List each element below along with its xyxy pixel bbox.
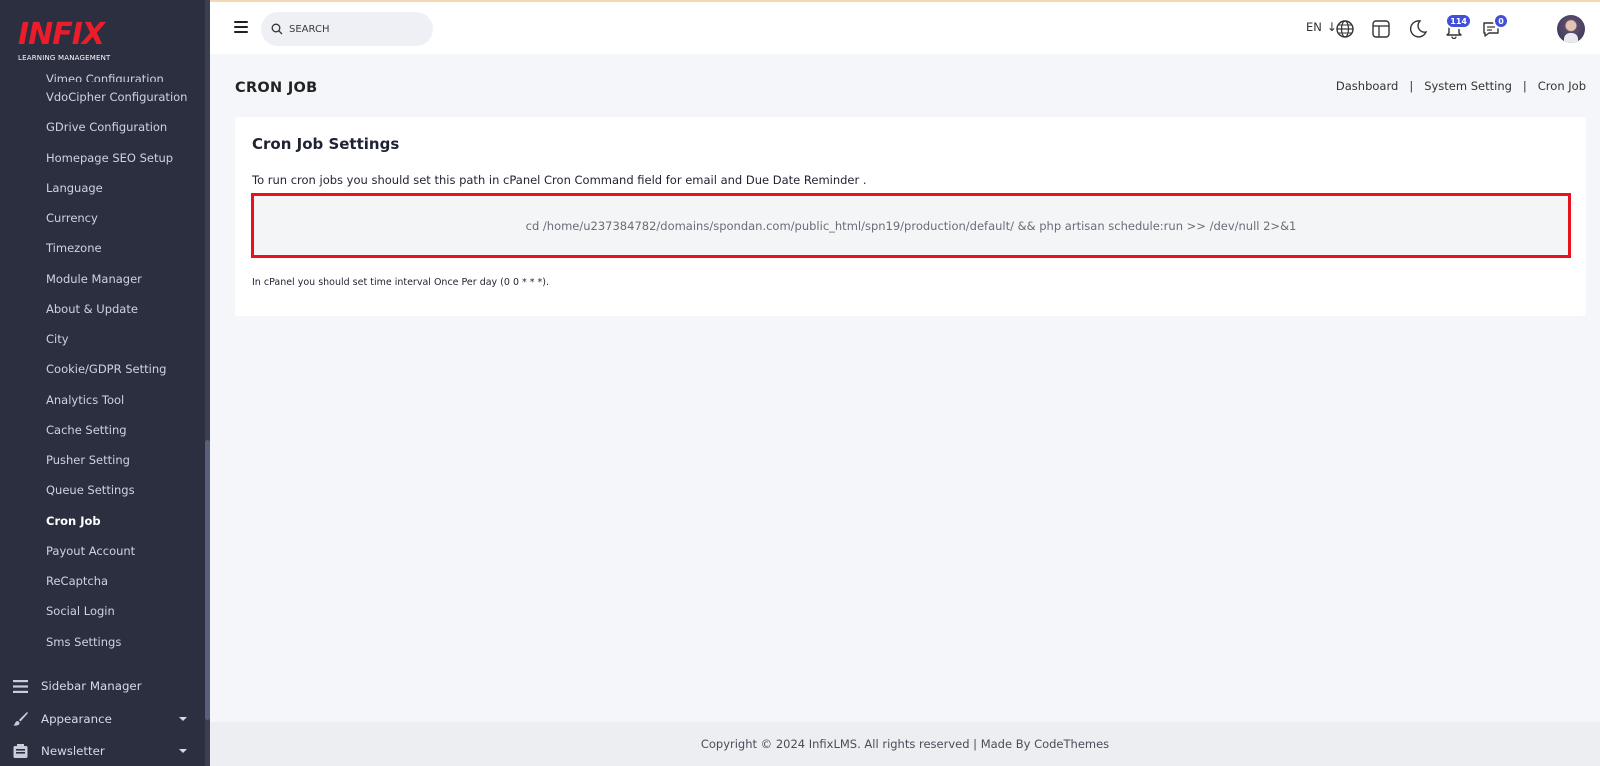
- sidebar-item-label: VdoCipher Configuration: [46, 90, 188, 105]
- sidebar-item-label: Cache Setting: [46, 422, 127, 437]
- sidebar-item-label: Vimeo Configuration: [46, 72, 164, 82]
- sidebar-item-label: Sms Settings: [46, 634, 122, 649]
- sidebar-item-homepage-seo-setup[interactable]: Homepage SEO Setup: [0, 143, 205, 173]
- globe-icon[interactable]: [1335, 19, 1355, 39]
- footer: Copyright © 2024 InfixLMS. All rights re…: [210, 722, 1600, 766]
- sidebar-item-label: Pusher Setting: [46, 453, 130, 468]
- message-count-badge: 0: [1493, 13, 1509, 29]
- sidebar: INFIX LEARNING MANAGEMENT Vimeo Configur…: [0, 0, 210, 766]
- caret-down-icon: [179, 716, 187, 721]
- cron-command-text[interactable]: cd /home/u237384782/domains/spondan.com/…: [526, 219, 1297, 233]
- sidebar-item-label: Appearance: [41, 711, 112, 726]
- cron-job-settings-card: Cron Job Settings To run cron jobs you s…: [235, 117, 1586, 316]
- list-icon: [12, 678, 28, 694]
- sidebar-item-cron-job[interactable]: Cron Job: [0, 506, 205, 536]
- caret-down-icon: [179, 749, 187, 754]
- sidebar-submenu: Vimeo Configuration VdoCipher Configurati…: [0, 66, 205, 657]
- sidebar-item-label: Language: [46, 180, 103, 195]
- user-avatar[interactable]: [1557, 15, 1585, 43]
- brush-icon: [12, 711, 28, 727]
- logo-subtitle: LEARNING MANAGEMENT: [18, 54, 111, 62]
- sidebar-item-label: Cookie/GDPR Setting: [46, 362, 167, 377]
- sidebar-item-about-update[interactable]: About & Update: [0, 294, 205, 324]
- card-title: Cron Job Settings: [252, 135, 400, 153]
- language-selector[interactable]: EN ↓: [1306, 20, 1337, 34]
- sidebar-item-language[interactable]: Language: [0, 173, 205, 203]
- sidebar-item-label: GDrive Configuration: [46, 120, 168, 135]
- search-box[interactable]: [261, 12, 433, 46]
- sidebar-item-label: Payout Account: [46, 543, 136, 558]
- breadcrumb-dashboard[interactable]: Dashboard: [1336, 79, 1398, 93]
- newsletter-icon: [12, 743, 28, 759]
- card-description: To run cron jobs you should set this pat…: [252, 173, 867, 187]
- sidebar-item-label: Timezone: [46, 241, 102, 256]
- sidebar-item-vdocipher-configuration[interactable]: VdoCipher Configuration: [0, 82, 205, 112]
- sidebar-item-label: Sidebar Manager: [41, 679, 142, 694]
- logo-text: INFIX: [18, 17, 105, 52]
- search-icon: [271, 20, 283, 39]
- sidebar-item-sms-settings[interactable]: Sms Settings: [0, 627, 205, 657]
- breadcrumb-system-setting[interactable]: System Setting: [1424, 79, 1512, 93]
- cron-command-box[interactable]: cd /home/u237384782/domains/spondan.com/…: [251, 193, 1571, 258]
- breadcrumb-cron-job[interactable]: Cron Job: [1538, 79, 1586, 93]
- notification-count-badge: 114: [1445, 13, 1472, 29]
- sidebar-item-label: Homepage SEO Setup: [46, 150, 174, 165]
- breadcrumb-separator: |: [1522, 79, 1527, 93]
- sidebar-item-newsletter[interactable]: Newsletter: [0, 735, 205, 766]
- message-icon[interactable]: 0: [1481, 13, 1509, 39]
- breadcrumb: Dashboard | System Setting | Cron Job: [1336, 79, 1586, 93]
- search-input[interactable]: [289, 23, 419, 35]
- sidebar-item-label: ReCaptcha: [46, 574, 109, 589]
- sidebar-item-recaptcha[interactable]: ReCaptcha: [0, 566, 205, 596]
- sidebar-item-label: Cron Job: [46, 513, 101, 528]
- interval-note: In cPanel you should set time interval O…: [252, 277, 550, 288]
- sidebar-item-label: Module Manager: [46, 271, 142, 286]
- topbar: EN ↓ 114 0: [210, 0, 1600, 54]
- sidebar-item-city[interactable]: City: [0, 324, 205, 354]
- sidebar-item-label: Queue Settings: [46, 483, 135, 498]
- sidebar-item-module-manager[interactable]: Module Manager: [0, 264, 205, 294]
- sidebar-item-gdrive-configuration[interactable]: GDrive Configuration: [0, 112, 205, 142]
- menu-toggle-icon[interactable]: [234, 21, 248, 33]
- sidebar-item-social-login[interactable]: Social Login: [0, 596, 205, 626]
- sidebar-item-label: City: [46, 332, 69, 347]
- sidebar-item-currency[interactable]: Currency: [0, 203, 205, 233]
- sidebar-item-label: About & Update: [46, 301, 138, 316]
- copyright-text: Copyright © 2024 InfixLMS. All rights re…: [700, 737, 1110, 751]
- dark-mode-moon-icon[interactable]: [1408, 19, 1428, 39]
- sidebar-item-label: Social Login: [46, 604, 115, 619]
- sidebar-item-sidebar-manager[interactable]: Sidebar Manager: [0, 670, 205, 703]
- breadcrumb-separator: |: [1409, 79, 1414, 93]
- sidebar-item-payout-account[interactable]: Payout Account: [0, 536, 205, 566]
- sidebar-item-analytics-tool[interactable]: Analytics Tool: [0, 385, 205, 415]
- sidebar-item-pusher-setting[interactable]: Pusher Setting: [0, 445, 205, 475]
- sidebar-scrollbar-thumb[interactable]: [205, 440, 210, 720]
- notification-bell-icon[interactable]: 114: [1444, 13, 1472, 40]
- sidebar-item-cookie-gdpr-setting[interactable]: Cookie/GDPR Setting: [0, 354, 205, 384]
- page-title: CRON JOB: [235, 80, 318, 96]
- sidebar-item-label: Newsletter: [41, 744, 105, 759]
- sidebar-item-timezone[interactable]: Timezone: [0, 233, 205, 263]
- sidebar-item-label: Analytics Tool: [46, 392, 125, 407]
- sidebar-item-vimeo-configuration[interactable]: Vimeo Configuration: [0, 66, 205, 82]
- sidebar-item-appearance[interactable]: Appearance: [0, 703, 205, 736]
- layout-icon[interactable]: [1371, 19, 1391, 39]
- brand-logo[interactable]: INFIX LEARNING MANAGEMENT: [18, 18, 148, 66]
- sidebar-main-menu: Sidebar Manager Appearance Newsletter: [0, 670, 205, 766]
- language-code: EN: [1306, 20, 1322, 34]
- sidebar-item-label: Currency: [46, 211, 98, 226]
- sidebar-item-cache-setting[interactable]: Cache Setting: [0, 415, 205, 445]
- sidebar-item-queue-settings[interactable]: Queue Settings: [0, 475, 205, 505]
